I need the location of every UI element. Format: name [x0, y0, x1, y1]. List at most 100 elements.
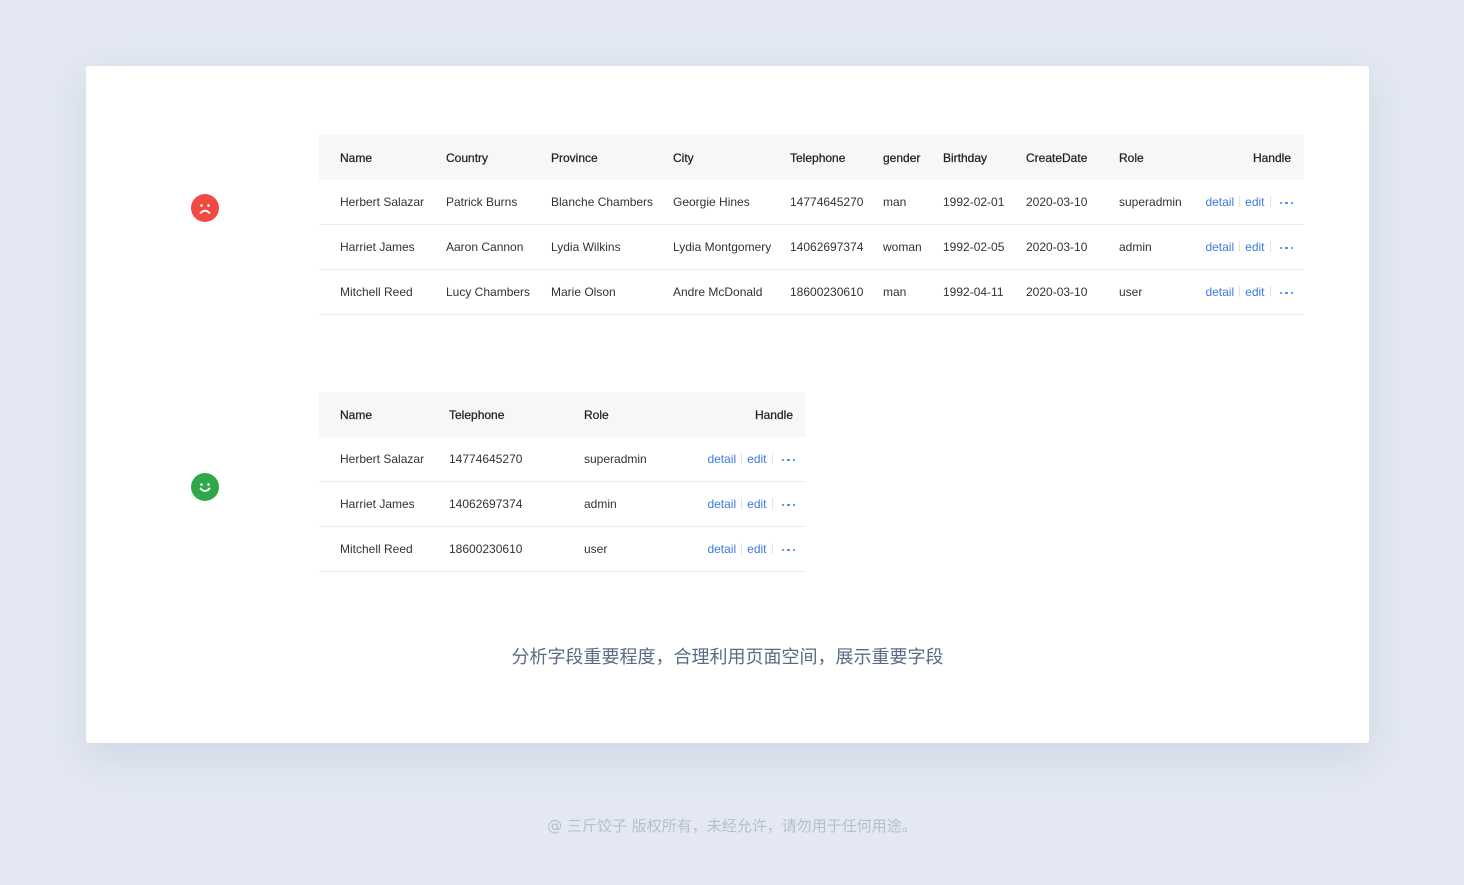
column-header: Handle [1205, 135, 1304, 180]
table-cell: 1992-02-01 [943, 180, 1026, 225]
table-cell: admin [584, 481, 681, 527]
table-cell: 14774645270 [790, 180, 883, 225]
table-cell: man [883, 269, 943, 315]
edit-link[interactable]: edit [1245, 285, 1264, 299]
more-dots-icon[interactable] [1279, 201, 1293, 204]
column-header[interactable]: Role [584, 392, 681, 437]
table-cell: 2020-03-10 [1026, 269, 1119, 315]
table-cell: 2020-03-10 [1026, 224, 1119, 270]
divider [1269, 196, 1271, 207]
table-cell: 1992-04-11 [943, 269, 1026, 315]
table-row: Herbert Salazar Patrick Burns Blanche Ch… [319, 180, 1304, 225]
more-dots-icon[interactable] [781, 548, 795, 551]
column-header[interactable]: Role [1119, 135, 1205, 180]
more-dots-icon[interactable] [781, 458, 795, 461]
column-header[interactable]: Name [319, 392, 449, 437]
table-cell: 14062697374 [449, 481, 584, 527]
table-row: Mitchell Reed 18600230610 user detail edi… [319, 526, 806, 572]
column-header: Handle [681, 392, 806, 437]
row-actions: detail edit [1205, 180, 1304, 225]
table-row: Harriet James Aaron Cannon Lydia Wilkins… [319, 224, 1304, 270]
column-header[interactable]: Name [319, 135, 446, 180]
table-cell: Mitchell Reed [319, 269, 446, 315]
column-header[interactable]: Birthday [943, 135, 1026, 180]
detail-link[interactable]: detail [1205, 285, 1234, 299]
caption-text: 分析字段重要程度，合理利用页面空间，展示重要字段 [511, 647, 944, 668]
row-actions: detail edit [681, 437, 806, 482]
divider [1269, 241, 1271, 252]
table-cell: 1992-02-05 [943, 224, 1026, 270]
divider [741, 543, 743, 554]
column-header[interactable]: Province [551, 135, 673, 180]
column-header[interactable]: gender [883, 135, 943, 180]
table-cell: user [584, 526, 681, 572]
row-actions: detail edit [681, 481, 806, 527]
detail-link[interactable]: detail [1205, 240, 1234, 254]
divider [1239, 196, 1241, 207]
divider [771, 543, 773, 554]
table-cell: superadmin [584, 437, 681, 482]
divider [741, 453, 743, 464]
divider [771, 498, 773, 509]
column-header[interactable]: Telephone [449, 392, 584, 437]
table-cell: woman [883, 224, 943, 270]
table-header-row: Name Telephone Role Handle [319, 392, 806, 437]
column-header[interactable]: Telephone [790, 135, 883, 180]
more-dots-icon[interactable] [781, 503, 795, 506]
table-cell: Harriet James [319, 224, 446, 270]
table-row: Mitchell Reed Lucy Chambers Marie Olson … [319, 269, 1304, 315]
row-actions: detail edit [1205, 224, 1304, 270]
detail-link[interactable]: detail [707, 497, 736, 511]
divider [1269, 286, 1271, 297]
divider [741, 498, 743, 509]
key-fields-table: Name Telephone Role Handle Herbert Salaz… [319, 392, 806, 572]
table-cell: 14774645270 [449, 437, 584, 482]
table-cell: 14062697374 [790, 224, 883, 270]
table-header-row: Name Country Province City Telephone gen… [319, 135, 1304, 180]
edit-link[interactable]: edit [747, 542, 766, 556]
table-row: Harriet James 14062697374 admin detail ed… [319, 481, 806, 527]
edit-link[interactable]: edit [1245, 195, 1264, 209]
table-cell: Herbert Salazar [319, 180, 446, 225]
copyright-footer: @ 三斤饺子 版权所有，未经允许，请勿用于任何用途。 [547, 817, 917, 835]
sad-face-icon [191, 194, 219, 222]
column-header[interactable]: Country [446, 135, 551, 180]
divider [771, 453, 773, 464]
table-cell: 18600230610 [790, 269, 883, 315]
detail-link[interactable]: detail [1205, 195, 1234, 209]
table-row: Herbert Salazar 14774645270 superadmin d… [319, 437, 806, 482]
row-actions: detail edit [1205, 269, 1304, 315]
table-cell: Patrick Burns [446, 180, 551, 225]
more-dots-icon[interactable] [1279, 246, 1293, 249]
table-cell: Georgie Hines [673, 180, 790, 225]
column-header[interactable]: CreateDate [1026, 135, 1119, 180]
more-dots-icon[interactable] [1279, 291, 1293, 294]
divider [1239, 286, 1241, 297]
table-cell: Harriet James [319, 481, 449, 527]
divider [1239, 241, 1241, 252]
detail-link[interactable]: detail [707, 542, 736, 556]
edit-link[interactable]: edit [747, 452, 766, 466]
table-cell: Herbert Salazar [319, 437, 449, 482]
row-actions: detail edit [681, 526, 806, 572]
table-cell: Aaron Cannon [446, 224, 551, 270]
column-header[interactable]: City [673, 135, 790, 180]
full-fields-table: Name Country Province City Telephone gen… [319, 135, 1304, 315]
table-cell: superadmin [1119, 180, 1205, 225]
table-cell: Blanche Chambers [551, 180, 673, 225]
table-cell: Lydia Wilkins [551, 224, 673, 270]
table-cell: admin [1119, 224, 1205, 270]
example-card: Name Country Province City Telephone gen… [86, 66, 1369, 743]
table-cell: user [1119, 269, 1205, 315]
table-cell: man [883, 180, 943, 225]
table-cell: 18600230610 [449, 526, 584, 572]
table-cell: Andre McDonald [673, 269, 790, 315]
edit-link[interactable]: edit [747, 497, 766, 511]
table-cell: Marie Olson [551, 269, 673, 315]
detail-link[interactable]: detail [707, 452, 736, 466]
table-cell: Lucy Chambers [446, 269, 551, 315]
edit-link[interactable]: edit [1245, 240, 1264, 254]
happy-face-icon [191, 473, 219, 501]
table-cell: 2020-03-10 [1026, 180, 1119, 225]
table-cell: Lydia Montgomery [673, 224, 790, 270]
